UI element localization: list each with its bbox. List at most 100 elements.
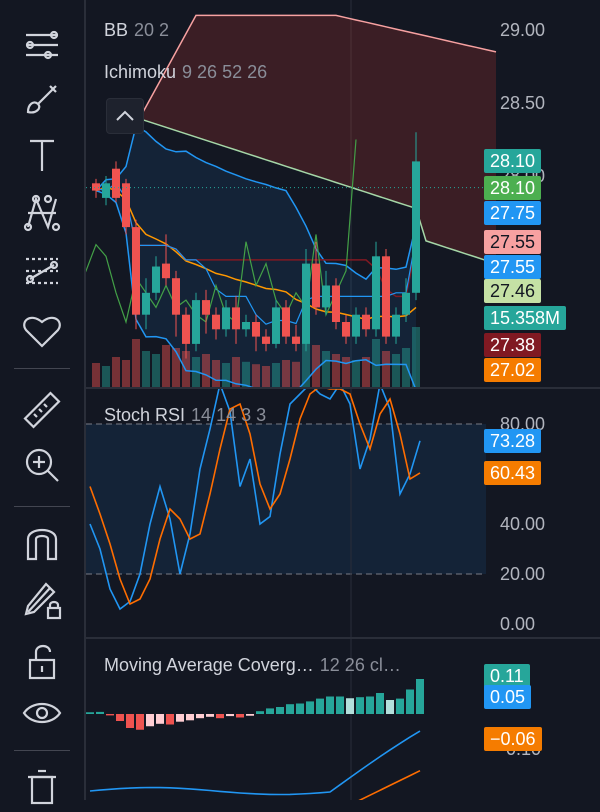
unlock-tool[interactable] <box>14 635 70 685</box>
stoch-rsi-pane[interactable]: Stoch RSI 14 14 3 3 80.00 40.00 20.00 0.00 7… <box>86 389 600 637</box>
candle-body <box>362 314 370 330</box>
toolbar-separator <box>14 368 70 369</box>
text-tool[interactable] <box>14 130 70 180</box>
macd-line <box>89 730 421 796</box>
macd-histogram-bar <box>96 711 104 714</box>
chart-area[interactable]: BB20 2 Ichimoku9 26 52 26 29.0028.5028.0… <box>86 0 600 800</box>
volume-bar <box>252 364 260 387</box>
candle-body <box>262 336 270 344</box>
collapse-legend-button[interactable] <box>106 98 144 134</box>
macd-histogram-bar <box>376 693 384 714</box>
volume-bar <box>202 354 210 387</box>
volume-bar <box>262 366 270 387</box>
lock-drawing-icon <box>24 582 62 620</box>
ruler-tool[interactable] <box>14 385 70 435</box>
macd-histogram-bar <box>416 679 424 714</box>
volume-bar <box>162 345 170 387</box>
eye-icon <box>22 702 62 724</box>
prediction-tool[interactable] <box>14 246 70 296</box>
candle-body <box>242 322 250 330</box>
macd-histogram-bar <box>366 696 374 714</box>
macd-histogram-bar <box>256 711 264 714</box>
volume-bar <box>402 348 410 387</box>
candle-body <box>212 314 220 330</box>
macd-histogram-bar <box>276 707 284 714</box>
price-badge: 15.358M <box>484 305 567 330</box>
macd-histogram-bar <box>316 698 324 714</box>
macd-pane[interactable]: Moving Average Coverg…12 26 cl… -0.10 0.… <box>86 639 600 800</box>
macd-histogram-bar <box>116 714 124 721</box>
price-badge: 28.10 <box>484 149 542 174</box>
legend-bb[interactable]: BB 20 2 <box>104 20 169 41</box>
candle-body <box>372 256 380 330</box>
volume-bar <box>102 366 110 387</box>
macd-histogram-bar <box>136 714 144 730</box>
macd-histogram-bar <box>216 714 224 719</box>
macd-histogram-bar <box>176 714 184 722</box>
macd-histogram-bar <box>326 696 334 714</box>
price-badge: 60.43 <box>484 460 542 485</box>
price-badge: 27.55 <box>484 254 542 279</box>
price-badge: 27.75 <box>484 200 542 225</box>
volume-bar <box>222 363 230 387</box>
drawing-toolbar <box>0 0 86 805</box>
eye-tool[interactable] <box>14 688 70 738</box>
macd-histogram-bar <box>196 714 204 719</box>
magnet-tool[interactable] <box>14 518 70 568</box>
toolbar-separator <box>14 750 70 751</box>
candle-body <box>392 314 400 337</box>
candle-body <box>182 314 190 344</box>
macd-histogram-bar <box>146 714 154 727</box>
candle-body <box>332 285 340 322</box>
candle-body <box>122 183 130 228</box>
macd-histogram-bar <box>396 698 404 714</box>
candle-body <box>152 266 160 293</box>
candle-body <box>112 168 120 198</box>
favorites-heart-icon <box>23 316 61 348</box>
pattern-tool[interactable] <box>14 188 70 238</box>
macd-histogram-bar <box>246 714 254 716</box>
legend-stoch-rsi[interactable]: Stoch RSI 14 14 3 3 <box>104 405 266 426</box>
trend-line-tool[interactable] <box>14 20 70 70</box>
candle-body <box>272 307 280 344</box>
legend-stoch-name: Stoch RSI <box>104 405 186 425</box>
volume-bar <box>112 357 120 387</box>
candle-body <box>352 314 360 337</box>
favorites-heart-tool[interactable] <box>14 305 70 355</box>
candle-body <box>302 263 310 344</box>
volume-bar <box>342 357 350 387</box>
candle-body <box>142 292 150 315</box>
macd-histogram-bar <box>206 714 214 717</box>
prediction-icon <box>25 257 59 285</box>
volume-bar <box>212 360 220 387</box>
volume-bar <box>332 354 340 387</box>
trash-tool[interactable] <box>14 762 70 812</box>
candle-body <box>342 322 350 337</box>
legend-macd[interactable]: Moving Average Coverg… 12 26 cl… <box>104 655 401 676</box>
magnet-icon <box>26 528 58 561</box>
macd-histogram-bar <box>106 714 114 716</box>
macd-histogram-bar <box>126 714 134 728</box>
volume-bar <box>322 351 330 387</box>
trash-icon <box>28 769 56 805</box>
brush-tool[interactable] <box>14 73 70 123</box>
volume-bar <box>392 354 400 387</box>
price-pane[interactable]: BB20 2 Ichimoku9 26 52 26 29.0028.5028.0… <box>86 0 600 387</box>
volume-bar <box>132 339 140 387</box>
macd-histogram-bar <box>346 698 354 714</box>
candle-body <box>192 300 200 344</box>
pattern-icon <box>23 194 61 232</box>
volume-bar <box>292 361 300 387</box>
lock-drawing-tool[interactable] <box>14 575 70 625</box>
candle-body <box>252 322 260 337</box>
zoom-in-tool[interactable] <box>14 440 70 490</box>
price-badge: 73.28 <box>484 428 542 453</box>
candle-body <box>382 256 390 337</box>
legend-ichimoku[interactable]: Ichimoku 9 26 52 26 <box>104 62 267 83</box>
candle-body <box>292 336 300 344</box>
candle-body <box>282 307 290 337</box>
volume-bar <box>242 361 250 387</box>
toolbar-separator <box>14 506 70 507</box>
volume-bar <box>282 360 290 387</box>
macd-signal-line <box>358 769 421 800</box>
